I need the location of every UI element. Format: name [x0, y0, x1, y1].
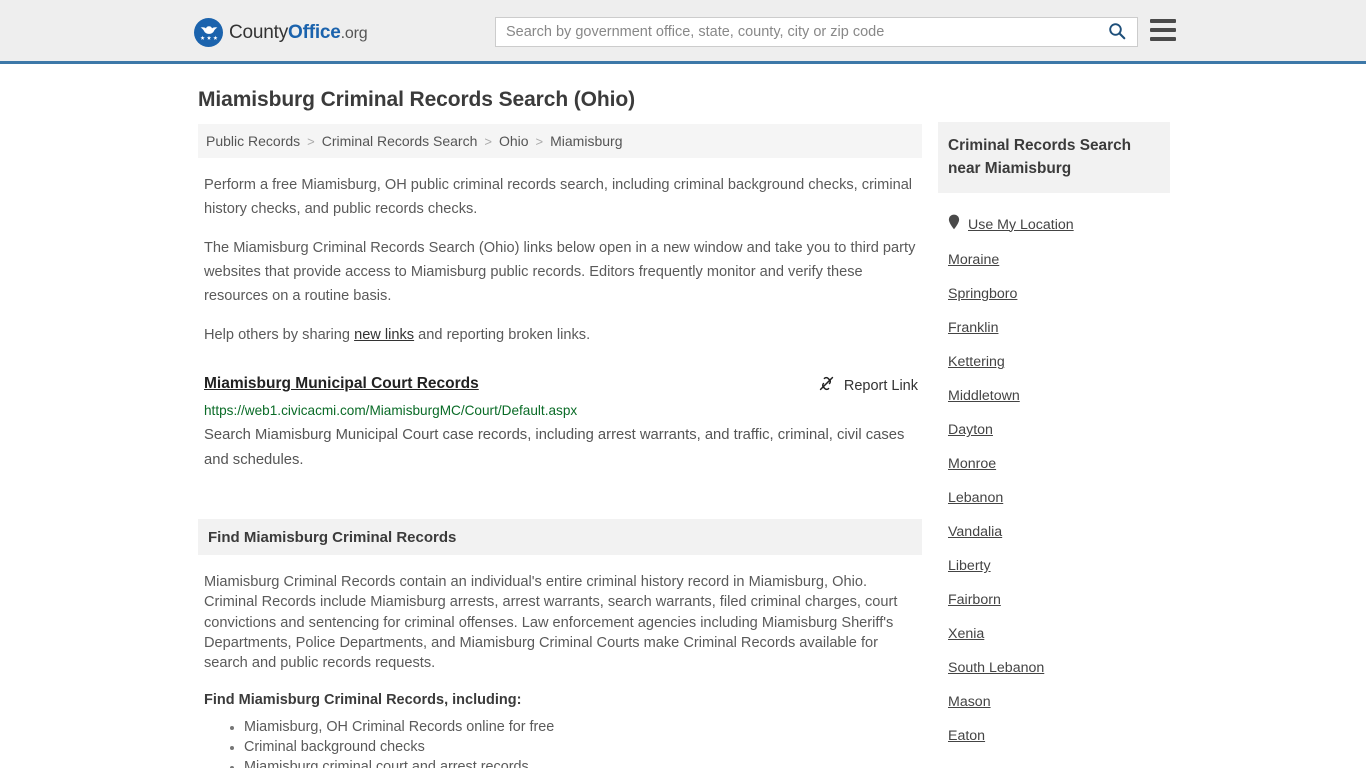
sidebar-heading: Criminal Records Search near Miamisburg [938, 122, 1170, 193]
sidebar-item-springboro[interactable]: Springboro [948, 277, 1170, 311]
new-links-link[interactable]: new links [354, 327, 414, 343]
breadcrumb: Public Records > Criminal Records Search… [198, 124, 922, 158]
result-title-link[interactable]: Miamisburg Municipal Court Records [204, 375, 479, 393]
search-box[interactable] [495, 17, 1138, 47]
nearby-cities-list: Moraine Springboro Franklin Kettering Mi… [938, 243, 1170, 753]
bullet-list-heading: Find Miamisburg Criminal Records, includ… [204, 692, 522, 709]
hamburger-bar-3 [1150, 37, 1176, 41]
intro-paragraph-3: Help others by sharing new links and rep… [204, 323, 922, 347]
section-heading-find-records: Find Miamisburg Criminal Records [198, 519, 922, 555]
sidebar-item-monroe[interactable]: Monroe [948, 447, 1170, 481]
search-button[interactable] [1097, 18, 1137, 46]
map-pin-icon [948, 214, 960, 235]
intro-paragraph-1: Perform a free Miamisburg, OH public cri… [204, 177, 913, 217]
breadcrumb-separator: > [484, 133, 492, 149]
sidebar-item-middletown[interactable]: Middletown [948, 379, 1170, 413]
logo-wordmark: CountyOffice.org [229, 21, 368, 44]
breadcrumb-separator: > [307, 133, 315, 149]
page-title: Miamisburg Criminal Records Search (Ohio… [198, 88, 635, 111]
logo-text-office: Office [288, 21, 341, 43]
sidebar-item-franklin[interactable]: Franklin [948, 311, 1170, 345]
hamburger-menu-icon[interactable] [1150, 19, 1176, 41]
broken-link-icon [818, 375, 835, 396]
use-my-location-label[interactable]: Use My Location [968, 217, 1074, 233]
use-my-location-row[interactable]: Use My Location [948, 214, 1170, 235]
breadcrumb-item-criminal-records-search[interactable]: Criminal Records Search [322, 133, 478, 149]
logo-text-county: County [229, 21, 289, 43]
records-bullet-list: Miamisburg, OH Criminal Records online f… [198, 717, 922, 768]
search-icon [1108, 22, 1126, 43]
breadcrumb-item-ohio[interactable]: Ohio [499, 133, 529, 149]
sidebar-item-liberty[interactable]: Liberty [948, 549, 1170, 583]
sidebar-item-vandalia[interactable]: Vandalia [948, 515, 1170, 549]
sidebar-item-fairborn[interactable]: Fairborn [948, 583, 1170, 617]
list-item: Criminal background checks [244, 737, 922, 757]
main-content: Public Records > Criminal Records Search… [198, 124, 922, 768]
hamburger-bar-2 [1150, 28, 1176, 32]
breadcrumb-item-public-records[interactable]: Public Records [206, 133, 300, 149]
sidebar-item-eaton[interactable]: Eaton [948, 719, 1170, 753]
report-link-label: Report Link [843, 377, 918, 394]
report-link-button[interactable]: Report Link [818, 375, 918, 396]
result-header-row: Miamisburg Municipal Court Records Repor… [204, 375, 922, 396]
sidebar-item-mason[interactable]: Mason [948, 685, 1170, 719]
section-body-text: Miamisburg Criminal Records contain an i… [204, 574, 898, 672]
logo-text-org: .org [340, 24, 368, 42]
share-text-before: Help others by sharing [204, 327, 355, 343]
result-url: https://web1.civicacmi.com/MiamisburgMC/… [204, 403, 578, 418]
hamburger-bar-1 [1150, 19, 1176, 23]
list-item: Miamisburg, OH Criminal Records online f… [244, 717, 922, 737]
sidebar-item-south-lebanon[interactable]: South Lebanon [948, 651, 1170, 685]
result-description: Search Miamisburg Municipal Court case r… [204, 427, 905, 468]
sidebar-item-lebanon[interactable]: Lebanon [948, 481, 1170, 515]
search-result-item: Miamisburg Municipal Court Records Repor… [204, 375, 922, 473]
list-item: Miamisburg criminal court and arrest rec… [244, 757, 922, 768]
sidebar-item-moraine[interactable]: Moraine [948, 243, 1170, 277]
site-header: CountyOffice.org [0, 0, 1366, 64]
eagle-stars-emblem-icon [194, 18, 223, 47]
share-text-after: and reporting broken links. [414, 327, 591, 343]
sidebar: Criminal Records Search near Miamisburg … [938, 122, 1170, 753]
search-input[interactable] [496, 24, 1097, 40]
breadcrumb-separator: > [535, 133, 544, 149]
site-logo[interactable]: CountyOffice.org [194, 18, 368, 47]
breadcrumb-item-miamisburg: Miamisburg [550, 133, 623, 149]
sidebar-item-xenia[interactable]: Xenia [948, 617, 1170, 651]
sidebar-item-kettering[interactable]: Kettering [948, 345, 1170, 379]
sidebar-item-dayton[interactable]: Dayton [948, 413, 1170, 447]
intro-paragraph-2: The Miamisburg Criminal Records Search (… [204, 240, 916, 304]
